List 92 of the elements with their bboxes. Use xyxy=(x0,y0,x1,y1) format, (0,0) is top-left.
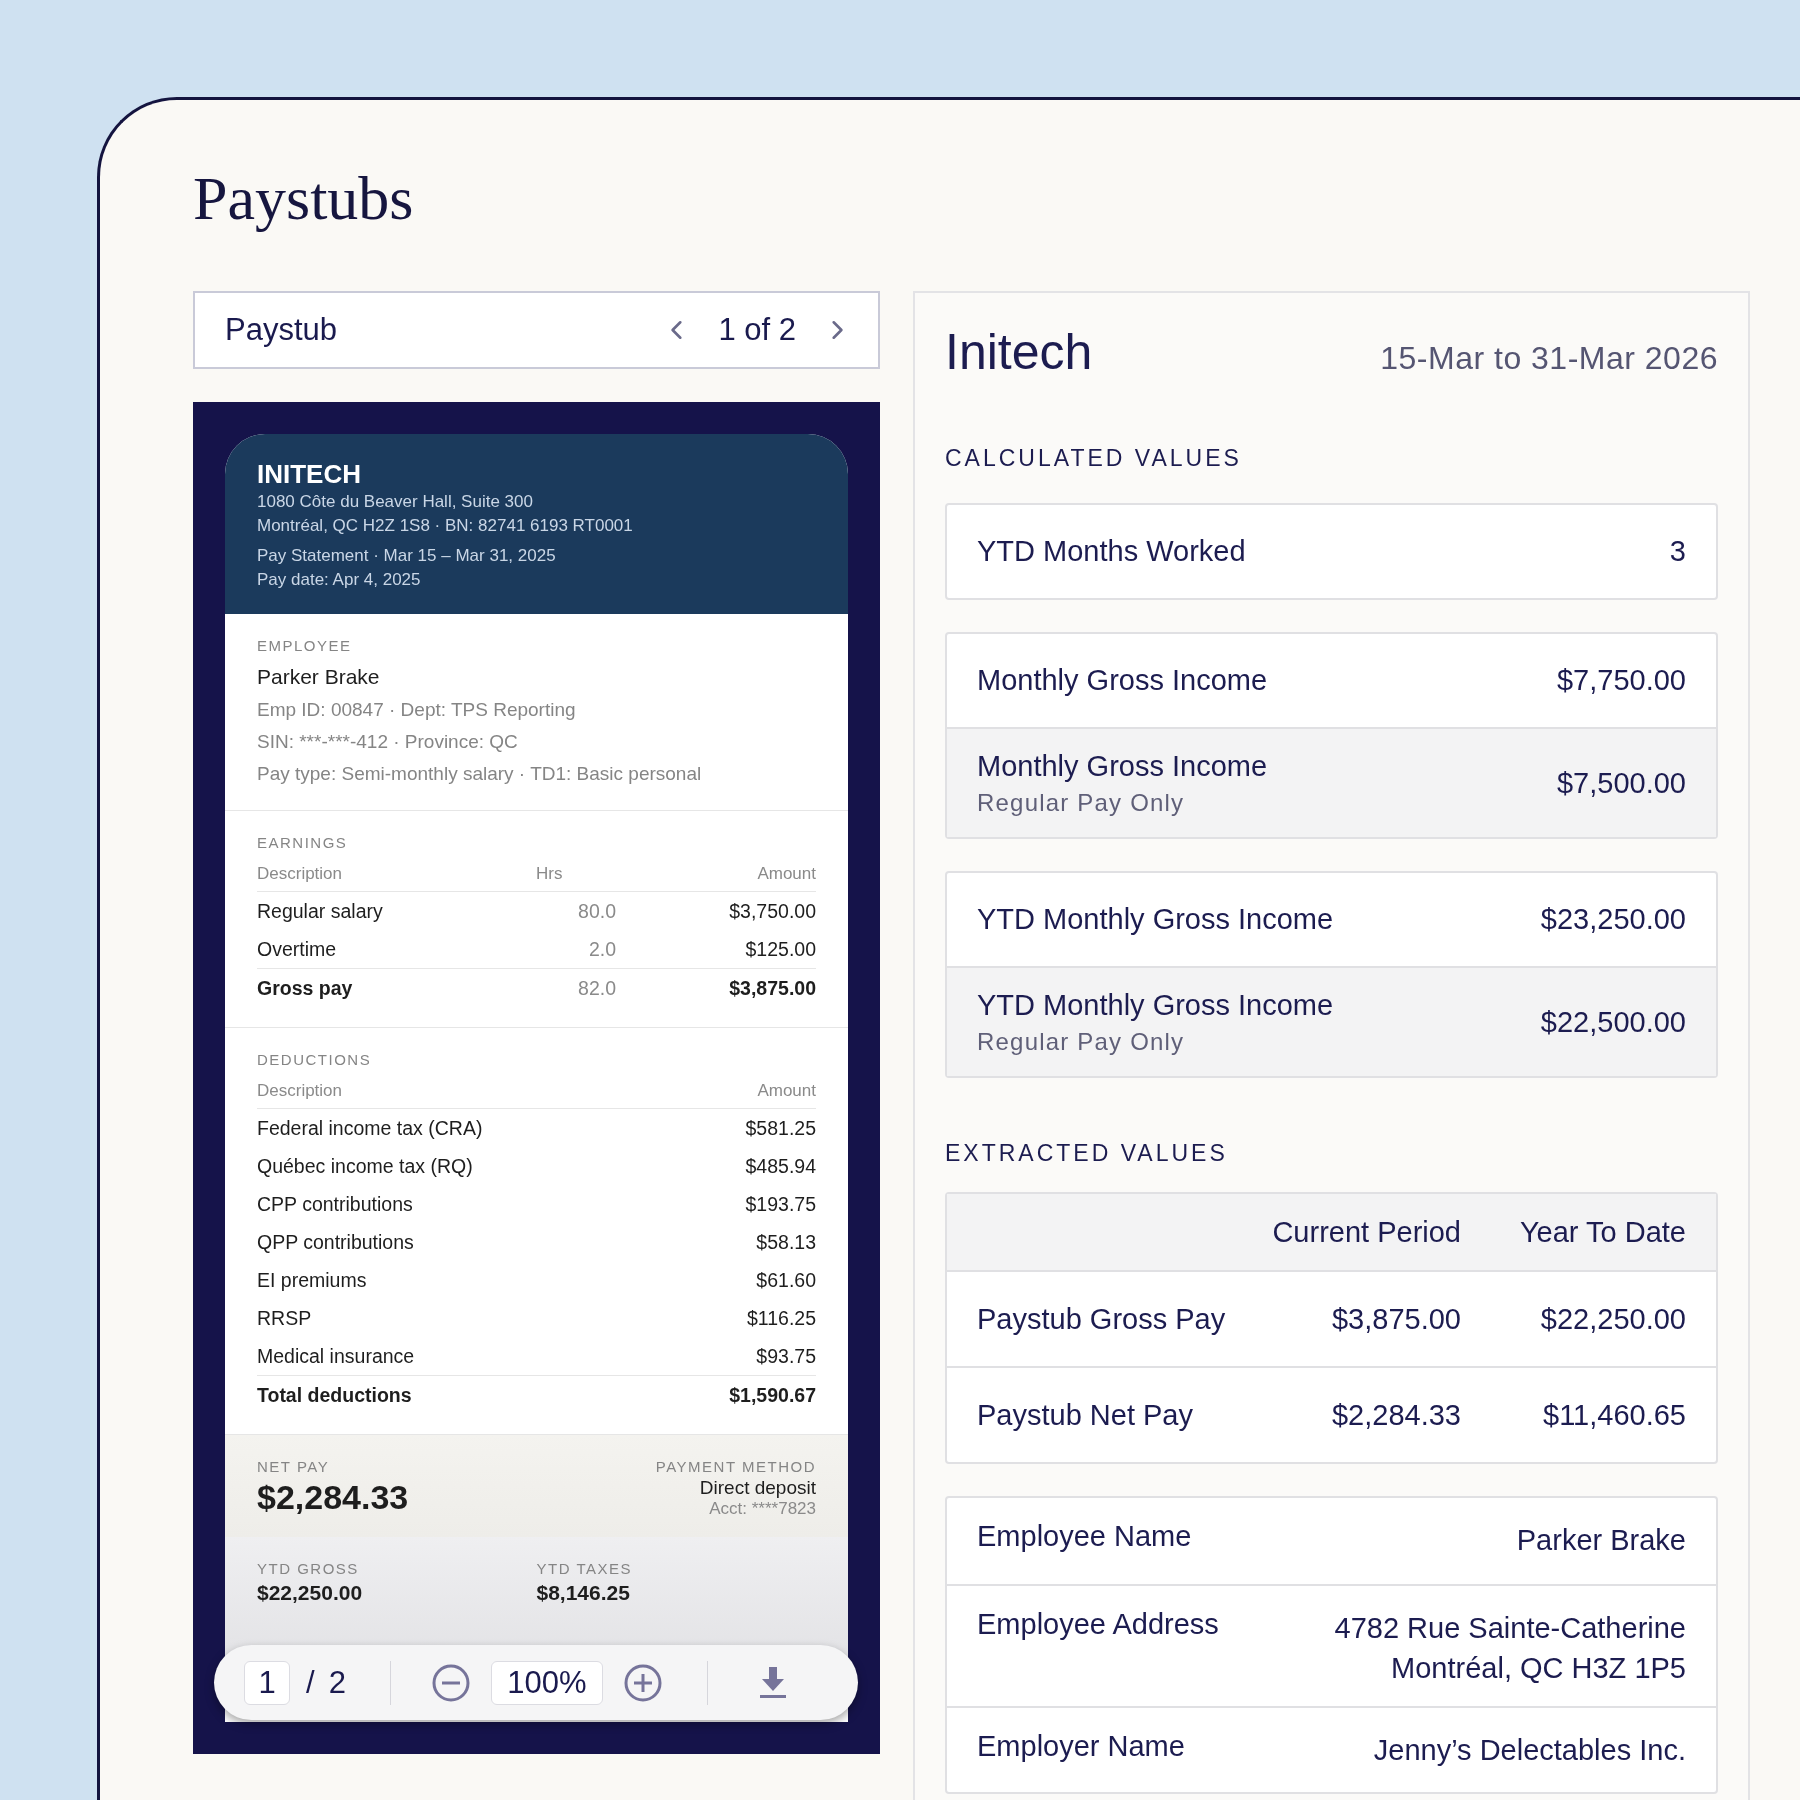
detail-label: Employer Name xyxy=(977,1730,1185,1763)
detail-label: Employee Address xyxy=(977,1608,1219,1641)
pager-label: Paystub xyxy=(225,312,338,348)
net-pay-label: NET PAY xyxy=(257,1457,331,1477)
value-amount: $23,250.00 xyxy=(1540,903,1686,936)
employee-detail: SIN: ***-***-412 · Province: QC xyxy=(257,730,519,754)
column-header: Description xyxy=(257,864,344,884)
column-header: Amount xyxy=(756,864,816,884)
company-address: 1080 Côte du Beaver Hall, Suite 300 xyxy=(257,491,534,513)
table-cell-text: Regular salary xyxy=(257,899,384,923)
company-address: Montréal, QC H2Z 1S8 · BN: 82741 6193 RT0001 xyxy=(257,515,634,537)
value-amount: $7,500.00 xyxy=(1557,766,1686,800)
zoom-out-icon[interactable] xyxy=(430,1662,471,1703)
ytd-label: YTD TAXES xyxy=(536,1559,633,1579)
employee-name: Parker Brake xyxy=(257,664,381,690)
page-count: 2 xyxy=(328,1664,346,1701)
value-amount: 3 xyxy=(1669,535,1686,568)
table-cell-text: $93.75 xyxy=(755,1344,816,1368)
table-cell-text: $485.94 xyxy=(744,1154,816,1178)
statement-line: Pay Statement · Mar 15 – Mar 31, 2025 xyxy=(257,545,557,567)
table-cell-text: Medical insurance xyxy=(257,1344,416,1368)
value-amount: $7,750.00 xyxy=(1557,664,1686,697)
column-header: Amount xyxy=(756,1081,816,1101)
account-number: Acct: ****7823 xyxy=(708,1499,816,1519)
column-header: Hrs xyxy=(535,864,564,884)
table-cell-text: Overtime xyxy=(257,937,338,961)
net-pay-amount: $2,284.33 xyxy=(257,1477,409,1517)
section-heading: EMPLOYEE xyxy=(257,636,353,656)
table-cell-text: $22,250.00 xyxy=(1539,1302,1686,1336)
table-cell-text: Federal income tax (CRA) xyxy=(257,1116,484,1140)
table-cell-text: $3,875.00 xyxy=(728,976,816,1000)
table-cell-text: $116.25 xyxy=(745,1306,816,1330)
page-separator: / xyxy=(306,1664,315,1701)
row-label: Paystub Gross Pay xyxy=(977,1302,1227,1336)
column-header: Description xyxy=(257,1081,344,1101)
table-cell-text: Gross pay xyxy=(257,976,354,1000)
table-cell-text: EI premiums xyxy=(257,1268,368,1292)
column-header: Year To Date xyxy=(1518,1215,1686,1249)
employee-detail: Pay type: Semi-monthly salary · TD1: Basic personal xyxy=(257,762,703,786)
table-cell-text: $193.75 xyxy=(744,1192,816,1216)
detail-label: Employee Name xyxy=(977,1520,1192,1553)
page-position: 1 of 2 xyxy=(718,312,796,348)
value-label: Monthly Gross Income xyxy=(977,749,1268,783)
zoom-in-icon[interactable] xyxy=(622,1662,663,1703)
value-label: YTD Months Worked xyxy=(977,535,1246,568)
page-number-field[interactable]: 1 xyxy=(244,1660,290,1705)
ytd-label: YTD GROSS xyxy=(257,1559,360,1579)
ytd-value: $8,146.25 xyxy=(536,1580,631,1606)
value-note: Regular Pay Only xyxy=(977,788,1186,817)
detail-value: Jenny’s Delectables Inc. xyxy=(1373,1733,1686,1768)
pay-period: 15-Mar to 31-Mar 2026 xyxy=(1380,340,1718,377)
section-heading: EXTRACTED VALUES xyxy=(945,1139,1229,1168)
company-name: INITECH xyxy=(257,458,362,490)
value-label: YTD Monthly Gross Income xyxy=(977,903,1334,936)
page-title: Paystubs xyxy=(193,163,415,234)
ytd-value: $22,250.00 xyxy=(257,1580,364,1606)
detail-value: Parker Brake xyxy=(1516,1523,1686,1558)
table-cell-text: $2,284.33 xyxy=(1331,1398,1461,1432)
table-cell-text: 80.0 xyxy=(577,899,616,923)
download-icon[interactable] xyxy=(757,1666,788,1699)
company-name: Initech xyxy=(945,323,1093,381)
value-amount: $22,500.00 xyxy=(1540,1005,1686,1039)
table-cell-text: $11,460.65 xyxy=(1542,1398,1686,1432)
zoom-field[interactable]: 100% xyxy=(490,1660,603,1705)
table-cell-text: $61.60 xyxy=(755,1268,816,1292)
table-cell-text: $58.13 xyxy=(755,1230,816,1254)
employee-detail: Emp ID: 00847 · Dept: TPS Reporting xyxy=(257,698,577,722)
statement-line: Pay date: Apr 4, 2025 xyxy=(257,569,422,591)
section-heading: DEDUCTIONS xyxy=(257,1050,373,1070)
value-note: Regular Pay Only xyxy=(977,1027,1186,1056)
value-label: YTD Monthly Gross Income xyxy=(977,988,1334,1022)
payment-method: Direct deposit xyxy=(698,1477,816,1499)
table-cell-text: CPP contributions xyxy=(257,1192,414,1216)
table-cell-text: RRSP xyxy=(257,1306,313,1330)
table-cell-text: Québec income tax (RQ) xyxy=(257,1154,474,1178)
table-cell-text: 82.0 xyxy=(577,976,616,1000)
value-label: Monthly Gross Income xyxy=(977,664,1268,697)
table-cell-text: $581.25 xyxy=(744,1116,816,1140)
section-heading: EARNINGS xyxy=(257,833,349,853)
column-header: Current Period xyxy=(1271,1215,1461,1249)
section-heading: CALCULATED VALUES xyxy=(945,444,1243,473)
table-cell-text: $3,750.00 xyxy=(728,899,816,923)
payment-method-label: PAYMENT METHOD xyxy=(655,1457,816,1477)
table-cell-text: $1,590.67 xyxy=(728,1383,816,1407)
detail-value: Montréal, QC H3Z 1P5 xyxy=(1390,1651,1686,1686)
table-cell-text: Total deductions xyxy=(257,1383,413,1407)
table-cell-text: 2.0 xyxy=(587,937,616,961)
table-cell-text: $3,875.00 xyxy=(1331,1302,1461,1336)
row-label: Paystub Net Pay xyxy=(977,1398,1194,1432)
detail-value: 4782 Rue Sainte-Catherine xyxy=(1334,1611,1686,1646)
table-cell-text: QPP contributions xyxy=(257,1230,415,1254)
table-cell-text: $125.00 xyxy=(744,937,816,961)
